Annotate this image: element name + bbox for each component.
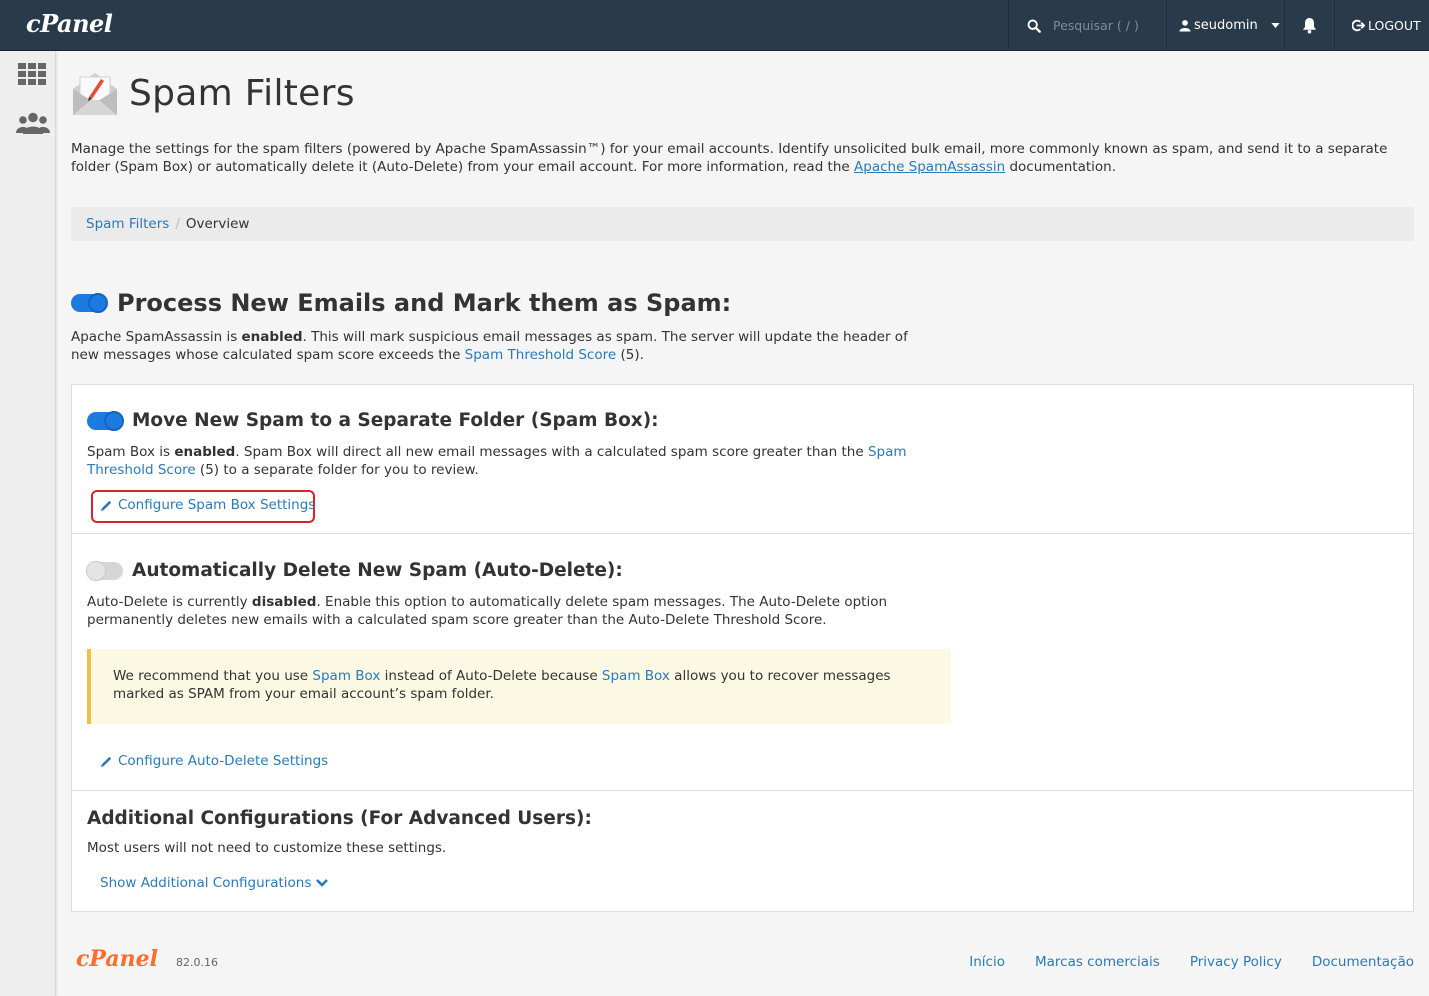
- process-section-title: Process New Emails and Mark them as Spam…: [117, 289, 732, 317]
- alert-text-2: instead of Auto-Delete because: [380, 668, 602, 684]
- intro-text-end: documentation.: [1005, 159, 1117, 175]
- spam-box-link-2[interactable]: Spam Box: [602, 668, 670, 684]
- process-desc-text: Apache SpamAssassin is: [71, 329, 242, 345]
- spam-filters-envelope-icon: [73, 73, 117, 115]
- section-divider: [72, 790, 1413, 791]
- intro-text: Manage the settings for the spam filters…: [71, 141, 1388, 175]
- spam-box-link[interactable]: Spam Box: [312, 668, 380, 684]
- username-label: seudomin: [1194, 18, 1258, 33]
- advanced-description: Most users will not need to customize th…: [87, 840, 447, 856]
- auto-delete-status: disabled: [251, 594, 317, 610]
- auto-delete-header: Automatically Delete New Spam (Auto-Dele…: [86, 560, 623, 581]
- version-number: 82.0.16: [176, 956, 218, 969]
- search-box[interactable]: Pesquisar ( / ): [1008, 0, 1166, 51]
- spam-box-desc-text-2: . Spam Box will direct all new email mes…: [235, 444, 868, 460]
- footer-link-privacy-policy[interactable]: Privacy Policy: [1190, 954, 1282, 970]
- breadcrumb-current: Overview: [185, 216, 250, 232]
- process-desc-status: enabled: [241, 329, 303, 345]
- left-sidebar: [0, 51, 56, 996]
- sidebar-item-home[interactable]: [17, 62, 47, 90]
- logout-button[interactable]: LOGOUT: [1334, 0, 1429, 51]
- apache-spamassassin-link[interactable]: Apache SpamAssassin: [854, 159, 1005, 175]
- show-additional-configurations-link[interactable]: Show Additional Configurations: [100, 875, 329, 891]
- toggle-knob: [104, 410, 124, 431]
- auto-delete-title: Automatically Delete New Spam (Auto-Dele…: [132, 560, 623, 581]
- top-navbar: cPanel Pesquisar ( / ) seudomin LOGOUT: [0, 0, 1429, 51]
- process-section-header: Process New Emails and Mark them as Spam…: [71, 289, 731, 317]
- page-footer: cPanel 82.0.16 Início Marcas comerciais …: [76, 946, 1414, 976]
- auto-delete-toggle[interactable]: [86, 560, 123, 581]
- section-divider: [72, 533, 1413, 534]
- cpanel-logo[interactable]: cPanel: [26, 9, 113, 38]
- process-section-description: Apache SpamAssassin is enabled. This wil…: [71, 328, 911, 364]
- caret-down-icon: [1271, 23, 1280, 28]
- grid-icon: [18, 63, 46, 85]
- search-icon: [1027, 19, 1041, 33]
- footer-link-inicio[interactable]: Início: [969, 954, 1005, 970]
- spam-box-desc-text: Spam Box is: [87, 444, 175, 460]
- page-intro: Manage the settings for the spam filters…: [71, 140, 1414, 176]
- footer-link-trademarks[interactable]: Marcas comerciais: [1035, 954, 1160, 970]
- configure-auto-delete-label: Configure Auto-Delete Settings: [118, 753, 329, 769]
- spam-box-status: enabled: [174, 444, 236, 460]
- configure-spam-box-link[interactable]: Configure Spam Box Settings: [100, 497, 315, 513]
- search-placeholder[interactable]: Pesquisar ( / ): [1053, 18, 1139, 33]
- footer-link-documentation[interactable]: Documentação: [1312, 954, 1414, 970]
- pencil-icon: [100, 756, 112, 767]
- spam-box-description: Spam Box is enabled. Spam Box will direc…: [87, 443, 947, 479]
- footer-cpanel-logo[interactable]: cPanel: [76, 946, 158, 972]
- footer-links: Início Marcas comerciais Privacy Policy …: [969, 954, 1414, 970]
- breadcrumb: Spam Filters / Overview: [71, 207, 1414, 241]
- page-header: Spam Filters: [71, 63, 355, 123]
- users-icon: [16, 112, 50, 134]
- breadcrumb-separator: /: [175, 216, 180, 232]
- spam-box-toggle[interactable]: [87, 410, 124, 431]
- toggle-knob: [86, 560, 106, 581]
- auto-delete-desc-text: Auto-Delete is currently: [87, 594, 252, 610]
- alert-text: We recommend that you use: [113, 668, 313, 684]
- spam-box-title: Move New Spam to a Separate Folder (Spam…: [132, 410, 659, 431]
- logout-label: LOGOUT: [1368, 18, 1421, 33]
- notifications-button[interactable]: [1284, 0, 1334, 51]
- recommendation-alert: We recommend that you use Spam Box inste…: [87, 649, 951, 724]
- spam-box-header: Move New Spam to a Separate Folder (Spam…: [87, 410, 659, 431]
- process-spam-toggle[interactable]: [71, 293, 108, 313]
- spam-options-panel: Move New Spam to a Separate Folder (Spam…: [71, 384, 1414, 912]
- toggle-knob: [88, 293, 108, 313]
- user-icon: [1179, 20, 1191, 32]
- auto-delete-description: Auto-Delete is currently disabled. Enabl…: [87, 593, 957, 629]
- logout-icon: [1352, 19, 1365, 32]
- page-title: Spam Filters: [129, 72, 355, 114]
- advanced-title: Additional Configurations (For Advanced …: [87, 808, 592, 829]
- user-menu[interactable]: seudomin: [1166, 0, 1284, 51]
- spam-threshold-score-link[interactable]: Spam Threshold Score: [465, 347, 617, 363]
- process-desc-text-3: (5).: [616, 347, 644, 363]
- show-additional-configurations-label: Show Additional Configurations: [100, 875, 312, 891]
- bell-icon: [1302, 18, 1317, 34]
- breadcrumb-spam-filters[interactable]: Spam Filters: [86, 216, 169, 232]
- chevron-down-icon: [316, 879, 329, 887]
- configure-auto-delete-link[interactable]: Configure Auto-Delete Settings: [100, 753, 328, 769]
- sidebar-item-users[interactable]: [15, 111, 51, 139]
- spam-box-desc-text-3: (5) to a separate folder for you to revi…: [195, 462, 479, 478]
- configure-spam-box-label: Configure Spam Box Settings: [118, 497, 316, 513]
- pencil-icon: [100, 500, 112, 511]
